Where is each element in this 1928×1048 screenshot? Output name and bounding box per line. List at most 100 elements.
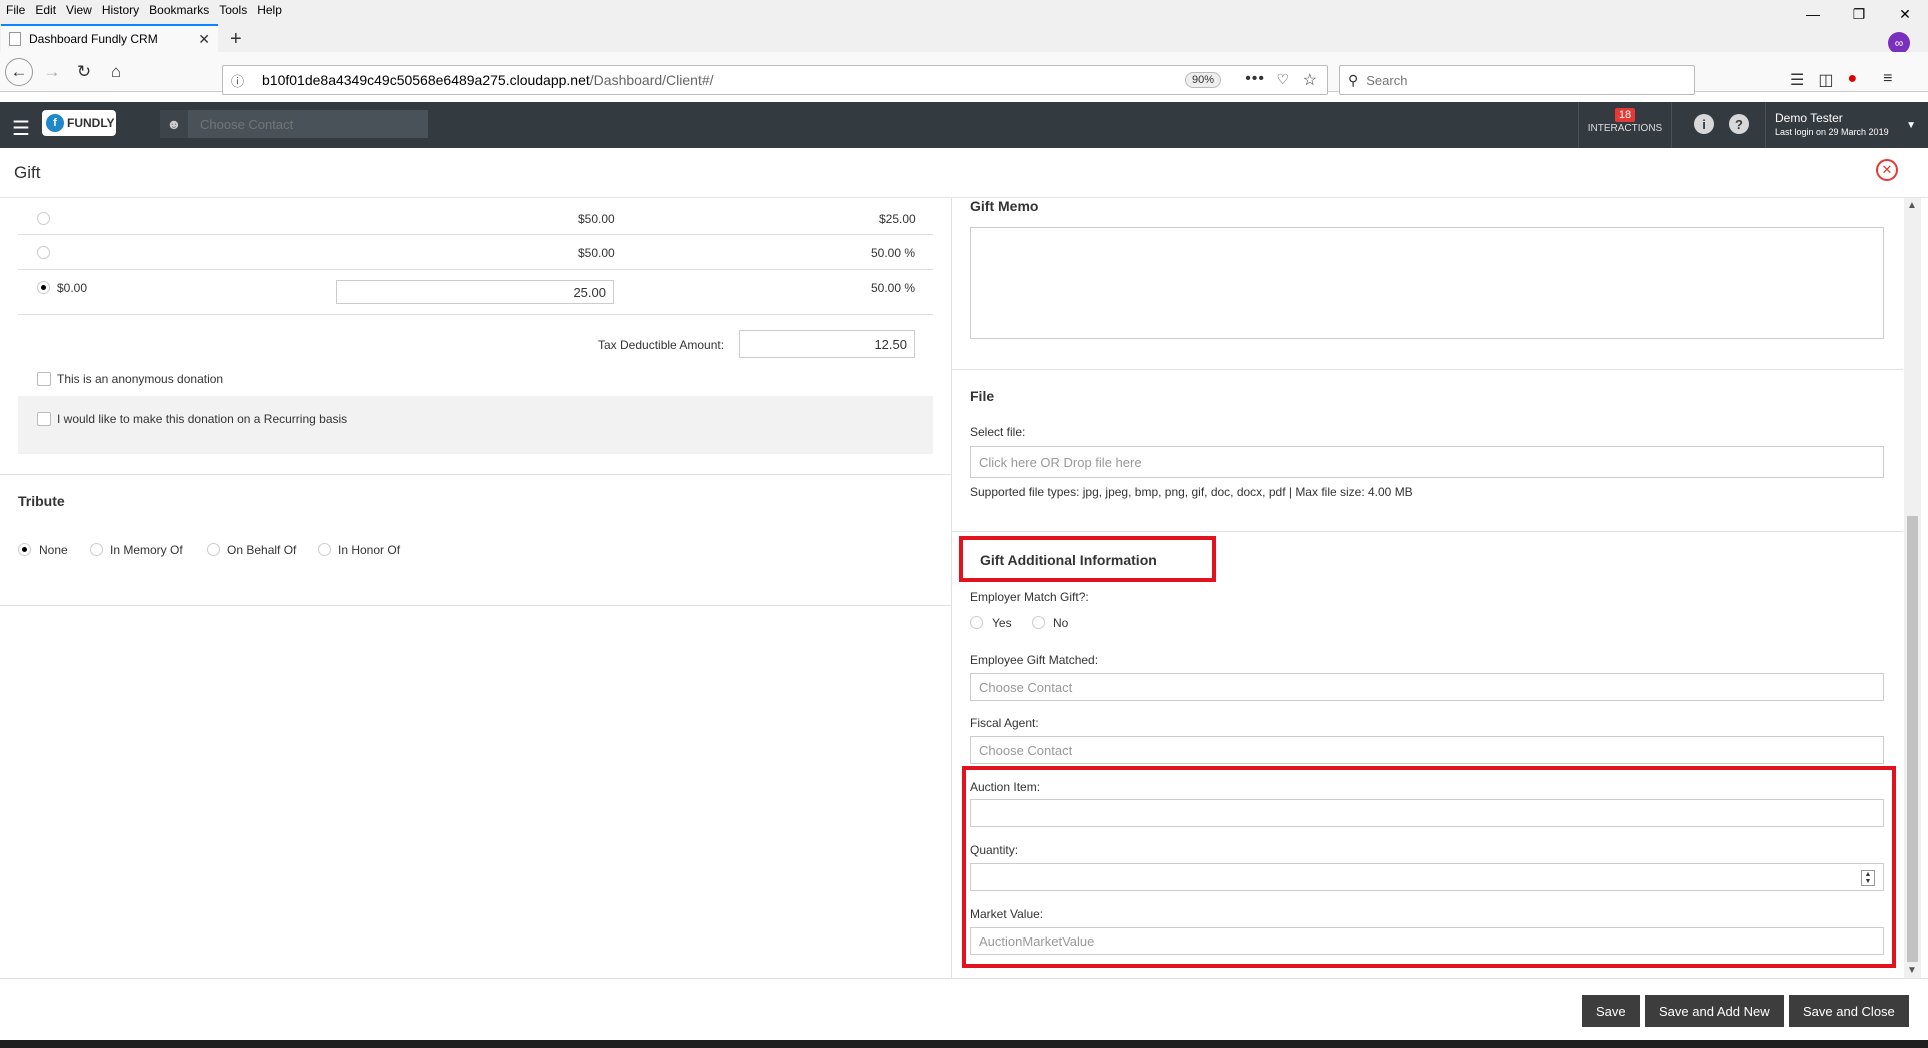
interactions-badge: 18: [1614, 108, 1636, 122]
tribute-honor-radio[interactable]: [318, 543, 331, 556]
footer-bar: Save Save and Add New Save and Close: [0, 978, 1928, 1040]
zoom-level[interactable]: 90%: [1184, 72, 1221, 88]
search-icon: ⚲: [1348, 71, 1359, 88]
tribute-memory-label: In Memory Of: [110, 543, 183, 557]
logo-mark-icon: f: [46, 114, 64, 132]
tribute-memory-radio[interactable]: [90, 543, 103, 556]
bookmark-star-icon[interactable]: ☆: [1303, 70, 1317, 90]
info-icon[interactable]: i: [1694, 114, 1714, 134]
quantity-stepper[interactable]: ▲ ▼: [970, 863, 1884, 891]
divider: [0, 605, 951, 606]
stepper-arrows-icon[interactable]: ▲ ▼: [1861, 870, 1875, 886]
recurring-checkbox[interactable]: [37, 412, 51, 426]
amount-option-radio-1[interactable]: [37, 212, 50, 225]
save-button[interactable]: Save: [1582, 995, 1640, 1027]
tab-bar: Dashboard Fundly CRM ✕ + ∞: [0, 20, 1928, 54]
amount-row-3-share: 50.00 %: [871, 281, 916, 295]
app-menu-icon[interactable]: ☰: [12, 116, 30, 141]
amount-row-1-value: $50.00: [578, 212, 615, 226]
pinterest-icon[interactable]: ●: [1847, 70, 1857, 90]
quantity-label: Quantity:: [970, 843, 1019, 857]
library-icon[interactable]: ☰: [1790, 70, 1804, 90]
menu-file[interactable]: File: [0, 3, 30, 17]
caret-down-icon: ▼: [1906, 120, 1916, 131]
tab-close-icon[interactable]: ✕: [198, 31, 210, 48]
person-icon: ☻: [160, 110, 188, 138]
scrollbar[interactable]: ▲ ▼: [1904, 198, 1921, 978]
save-and-add-new-button[interactable]: Save and Add New: [1645, 995, 1784, 1027]
amount-option-radio-3[interactable]: [37, 281, 50, 294]
user-name: Demo Tester: [1775, 111, 1843, 125]
menu-help[interactable]: Help: [252, 3, 287, 17]
menu-tools[interactable]: Tools: [214, 3, 252, 17]
menu-edit[interactable]: Edit: [30, 3, 61, 17]
private-browsing-icon[interactable]: ∞: [1888, 32, 1910, 54]
url-bar[interactable]: ⓘ b10f01de8a4349c49c50568e6489a275.cloud…: [222, 65, 1328, 95]
last-login: Last login on 29 March 2019: [1775, 127, 1889, 137]
amount-row-3-input[interactable]: [336, 280, 614, 304]
file-title: File: [970, 388, 995, 404]
menu-history[interactable]: History: [97, 3, 144, 17]
employer-match-yes-label: Yes: [992, 616, 1012, 630]
page-actions-icon[interactable]: •••: [1245, 70, 1265, 88]
tribute-none-radio[interactable]: [18, 543, 31, 556]
home-icon[interactable]: ⌂: [104, 60, 128, 84]
auction-item-label: Auction Item:: [970, 780, 1041, 794]
page-favicon-icon: [9, 32, 21, 46]
menu-view[interactable]: View: [61, 3, 97, 17]
tribute-honor-label: In Honor Of: [338, 543, 401, 557]
browser-search-input[interactable]: [1366, 72, 1667, 88]
divider: [952, 369, 1903, 370]
pocket-icon[interactable]: ♡: [1276, 71, 1289, 88]
site-info-icon[interactable]: ⓘ: [231, 71, 244, 90]
employer-match-no-radio[interactable]: [1032, 616, 1045, 629]
divider: [952, 531, 1903, 532]
browser-search[interactable]: ⚲: [1339, 65, 1695, 95]
scroll-down-icon[interactable]: ▼: [1907, 965, 1917, 976]
tax-deductible-label: Tax Deductible Amount:: [598, 338, 725, 352]
scrollbar-thumb[interactable]: [1907, 516, 1918, 962]
close-dialog-icon[interactable]: ✕: [1876, 159, 1898, 181]
amount-option-radio-2[interactable]: [37, 246, 50, 259]
reload-icon[interactable]: ↻: [72, 60, 96, 84]
fundly-logo[interactable]: f FUNDLY: [42, 110, 116, 136]
tax-deductible-input[interactable]: [739, 330, 915, 358]
sidebar-icon[interactable]: ◫: [1818, 70, 1833, 90]
interactions-button[interactable]: 18 INTERACTIONS: [1578, 102, 1672, 148]
scroll-up-icon[interactable]: ▲: [1907, 200, 1917, 211]
file-drop-input[interactable]: [970, 446, 1884, 478]
fiscal-agent-input[interactable]: [970, 736, 1884, 764]
forward-icon[interactable]: →: [40, 60, 64, 84]
fiscal-agent-label: Fiscal Agent:: [970, 716, 1039, 730]
amount-row-3-label: $0.00: [57, 281, 88, 295]
gift-memo-title: Gift Memo: [970, 198, 1039, 214]
gift-memo-textarea[interactable]: [970, 227, 1884, 339]
market-value-input[interactable]: [970, 927, 1884, 955]
divider: [18, 314, 933, 315]
help-icon[interactable]: ?: [1729, 114, 1749, 134]
employee-matched-label: Employee Gift Matched:: [970, 653, 1099, 667]
tribute-behalf-radio[interactable]: [207, 543, 220, 556]
page-title: Gift: [14, 163, 41, 182]
anonymous-checkbox[interactable]: [37, 372, 51, 386]
page-title-bar: Gift ✕: [0, 148, 1928, 198]
amount-row-1-share: $25.00: [879, 212, 916, 226]
divider: [18, 234, 933, 235]
user-menu[interactable]: Demo Tester Last login on 29 March 2019 …: [1765, 102, 1928, 148]
additional-info-title: Gift Additional Information: [980, 552, 1157, 568]
contact-search[interactable]: ☻: [160, 110, 428, 138]
auction-item-input[interactable]: [970, 799, 1884, 827]
save-and-close-button[interactable]: Save and Close: [1789, 995, 1909, 1027]
menu-bookmarks[interactable]: Bookmarks: [144, 3, 214, 17]
employer-match-yes-radio[interactable]: [970, 616, 983, 629]
back-icon[interactable]: ←: [5, 58, 33, 86]
browser-tab[interactable]: Dashboard Fundly CRM ✕: [1, 24, 218, 52]
employer-match-label: Employer Match Gift?:: [970, 590, 1089, 604]
interactions-label: INTERACTIONS: [1587, 123, 1663, 134]
new-tab-icon[interactable]: +: [230, 28, 242, 51]
employee-matched-input[interactable]: [970, 673, 1884, 701]
choose-contact-input[interactable]: [188, 116, 418, 132]
select-file-label: Select file:: [970, 425, 1026, 439]
browser-menu-icon[interactable]: ≡: [1883, 70, 1892, 90]
left-panel: $50.00 $25.00 $50.00 50.00 % $0.00 50.00…: [0, 198, 951, 978]
